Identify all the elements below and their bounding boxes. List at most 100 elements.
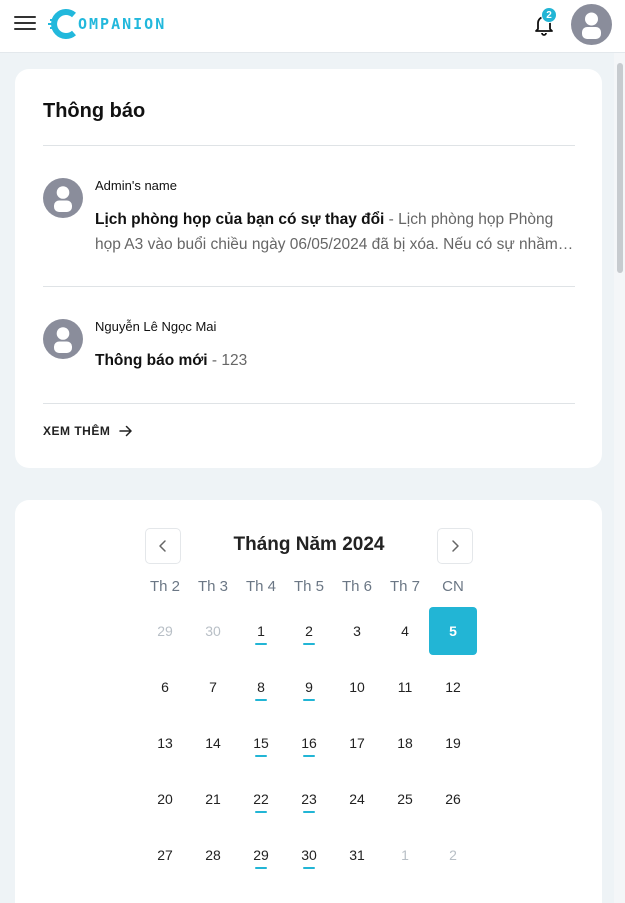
weekday-header: Th 6 [341,578,372,595]
day-number: 20 [157,791,173,807]
day-number: 9 [305,679,313,695]
divider [43,145,575,146]
calendar-day[interactable]: 10 [333,663,381,711]
weekday-header: Th 4 [245,578,276,595]
see-more-link[interactable]: XEM THÊM [43,424,133,438]
day-number: 3 [353,623,361,639]
calendar-day[interactable]: 14 [189,719,237,767]
notification-item[interactable]: Nguyễn Lê Ngọc Mai Thông báo mới - 123 [43,319,575,369]
calendar-day[interactable]: 22 [237,775,285,823]
calendar-day[interactable]: 30 [285,831,333,879]
calendar-day[interactable]: 2 [429,831,477,879]
calendar-day[interactable]: 23 [285,775,333,823]
calendar-day[interactable]: 1 [237,607,285,655]
calendar-day[interactable]: 1 [381,831,429,879]
event-marker [255,867,267,869]
see-more-label: XEM THÊM [43,424,111,438]
calendar-day[interactable]: 28 [189,831,237,879]
notification-separator: - [207,352,222,369]
calendar-day[interactable]: 25 [381,775,429,823]
calendar-month-title: Tháng Năm 2024 [233,534,385,555]
companion-logo[interactable]: OMPANION [48,7,166,41]
event-marker [303,755,315,757]
day-number: 14 [205,735,221,751]
weekday-header: CN [442,578,464,595]
calendar-day[interactable]: 3 [333,607,381,655]
notification-sender: Nguyễn Lê Ngọc Mai [95,319,217,334]
calendar-day[interactable]: 26 [429,775,477,823]
calendar-day[interactable]: 24 [333,775,381,823]
event-marker [303,867,315,869]
day-number: 2 [305,623,313,639]
day-number: 11 [397,679,413,695]
chevron-right-icon [452,540,459,552]
notification-item[interactable]: Admin's name Lịch phòng họp của bạn có s… [43,178,575,253]
calendar-day[interactable]: 2 [285,607,333,655]
calendar-day[interactable]: 8 [237,663,285,711]
day-number: 29 [253,847,269,863]
notification-sender: Admin's name [95,178,177,193]
previous-month-button[interactable] [145,528,181,564]
notification-separator: - [384,211,399,228]
day-number: 24 [349,791,365,807]
calendar-day[interactable]: 31 [333,831,381,879]
notification-message: 123 [221,352,248,369]
user-avatar[interactable] [571,4,612,45]
calendar-day[interactable]: 12 [429,663,477,711]
event-marker [303,811,315,813]
notification-count-badge: 2 [541,7,557,23]
notification-subject: Lịch phòng họp của bạn có sự thay đổi [95,211,385,228]
sender-avatar [43,319,83,359]
divider [43,403,575,404]
chevron-left-icon [159,540,166,552]
logo-c-icon [48,9,76,39]
event-marker [303,699,315,701]
day-number: 5 [449,623,457,639]
calendar-day[interactable]: 15 [237,719,285,767]
day-number: 29 [157,623,173,639]
logo-text: OMPANION [78,15,167,33]
day-number: 18 [397,735,413,751]
weekday-header: Th 3 [197,578,228,595]
calendar-day[interactable]: 13 [141,719,189,767]
day-number: 23 [301,791,317,807]
day-number: 15 [253,735,269,751]
calendar-day[interactable]: 16 [285,719,333,767]
day-number: 1 [401,847,409,863]
event-marker [255,699,267,701]
notifications-title: Thông báo [43,100,146,122]
calendar-day[interactable]: 29 [141,607,189,655]
day-number: 30 [301,847,317,863]
day-number: 27 [157,847,173,863]
next-month-button[interactable] [437,528,473,564]
day-number: 10 [349,679,365,695]
day-number: 12 [445,679,461,695]
calendar-day[interactable]: 19 [429,719,477,767]
calendar-day[interactable]: 7 [189,663,237,711]
calendar-day[interactable]: 9 [285,663,333,711]
notification-body: Lịch phòng họp của bạn có sự thay đổi - … [95,207,575,257]
event-marker [255,811,267,813]
calendar-day[interactable]: 21 [189,775,237,823]
weekday-header: Th 5 [293,578,324,595]
calendar-day-selected[interactable]: 5 [429,607,477,655]
calendar-day[interactable]: 30 [189,607,237,655]
calendar-day[interactable]: 29 [237,831,285,879]
calendar-day[interactable]: 27 [141,831,189,879]
scrollbar-thumb[interactable] [617,63,623,273]
day-number: 4 [401,623,409,639]
calendar-day[interactable]: 6 [141,663,189,711]
calendar-day[interactable]: 18 [381,719,429,767]
page-scrollbar[interactable] [614,53,625,903]
hamburger-menu-button[interactable] [14,13,36,33]
weekday-header: Th 7 [389,578,420,595]
day-number: 22 [253,791,269,807]
day-number: 21 [205,791,221,807]
calendar-day[interactable]: 4 [381,607,429,655]
day-number: 7 [209,679,217,695]
calendar-day[interactable]: 20 [141,775,189,823]
day-number: 8 [257,679,265,695]
day-number: 17 [349,735,365,751]
calendar-day[interactable]: 11 [381,663,429,711]
calendar-day[interactable]: 17 [333,719,381,767]
